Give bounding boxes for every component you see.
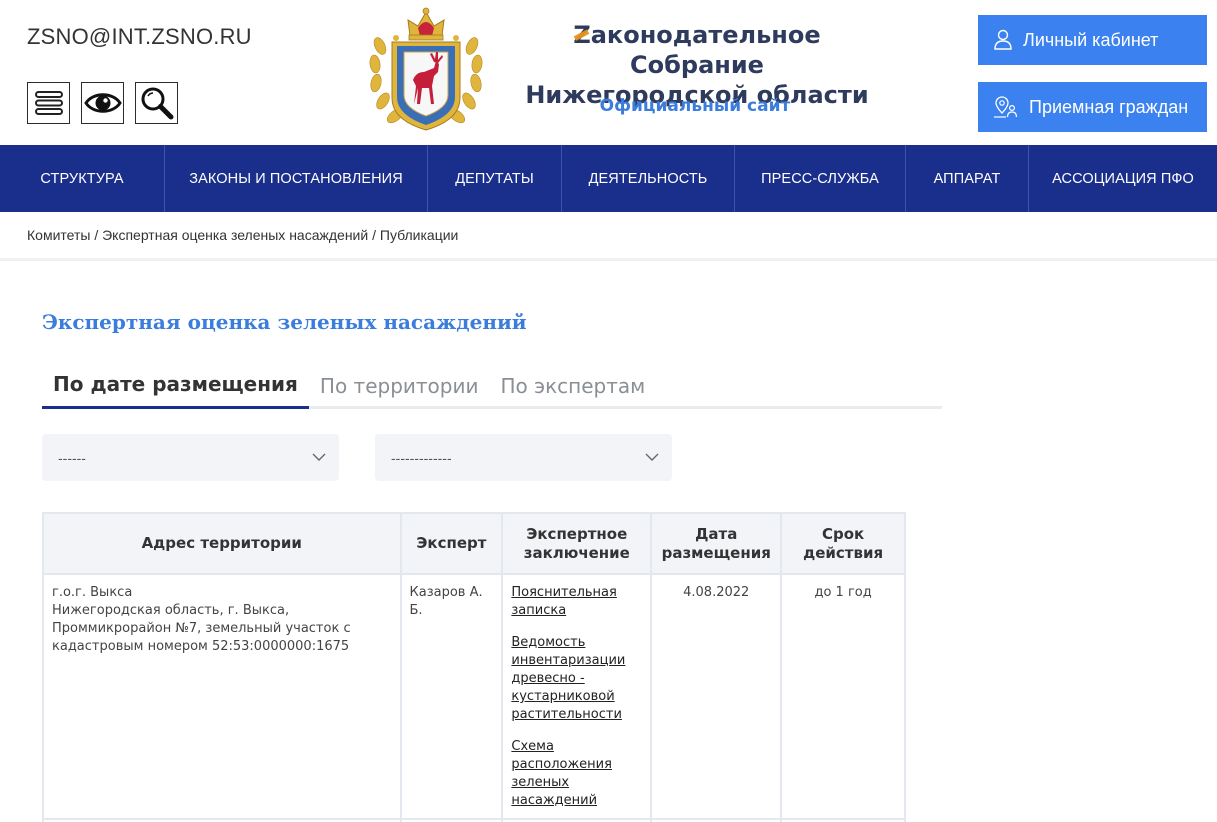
col-header-expert: Эксперт (399, 512, 504, 575)
z-letter: Z (573, 21, 591, 49)
menu-icon (34, 91, 63, 115)
address-district: г.о.г. Выкса (52, 585, 133, 600)
cell-date: 4.08.2022 (650, 573, 783, 820)
nav-item-association[interactable]: АССОЦИАЦИЯ ПФО (1029, 145, 1217, 212)
main-nav: СТРУКТУРА ЗАКОНЫ И ПОСТАНОВЛЕНИЯ ДЕПУТАТ… (0, 145, 1217, 212)
nav-item-laws[interactable]: ЗАКОНЫ И ПОСТАНОВЛЕНИЯ (165, 145, 428, 212)
page-title: Экспертная оценка зеленых насаждений (42, 310, 527, 334)
tab-by-territory[interactable]: По территории (309, 362, 490, 409)
citizens-reception-button[interactable]: Приемная граждан (978, 82, 1207, 132)
contact-email[interactable]: ZSNO@INT.ZSNO.RU (27, 24, 252, 50)
breadcrumb-separator: / (368, 227, 380, 243)
tab-by-date[interactable]: По дате размещения (42, 362, 309, 409)
doc-link-explanatory-note[interactable]: Пояснительная записка (511, 584, 642, 620)
tab-by-experts[interactable]: По экспертам (489, 362, 656, 409)
cell-expert: Казаров А. Б. (399, 573, 504, 820)
nav-item-press[interactable]: ПРЕСС-СЛУЖБА (735, 145, 906, 212)
col-header-term: Срок действия (780, 512, 906, 575)
location-people-icon (994, 96, 1018, 118)
table-row: г.о.г. Выкса Нижегородская область, г. В… (42, 573, 906, 820)
address-detail: Нижегородская область, г. Выкса, Проммик… (52, 603, 351, 654)
col-header-conclusion: Экспертное заключение (501, 512, 653, 575)
coat-of-arms-emblem (369, 7, 483, 131)
site-header: ZSNO@INT.ZSNO.RU Zаконодательное Собрани… (0, 0, 1217, 145)
nav-item-activity[interactable]: ДЕЯТЕЛЬНОСТЬ (562, 145, 735, 212)
citizens-reception-label: Приемная граждан (1029, 96, 1189, 117)
publications-table: Адрес территории Эксперт Экспертное закл… (42, 512, 906, 822)
filter-select-2[interactable]: ------------- (375, 434, 672, 481)
cell-term: до 1 год (780, 573, 906, 820)
accessibility-tools (27, 82, 178, 124)
eye-icon (83, 93, 122, 113)
cell-address: г.о.г. Выкса Нижегородская область, г. В… (42, 573, 402, 820)
site-subtitle: Официальный сайт (599, 96, 791, 116)
vision-mode-button[interactable] (81, 82, 124, 124)
doc-link-inventory-sheet[interactable]: Ведомость инвентаризации древесно - куст… (511, 634, 642, 724)
chevron-down-icon (312, 453, 326, 461)
filter-select-1-value: ------ (58, 449, 86, 466)
user-icon (994, 29, 1012, 50)
nav-item-deputies[interactable]: ДЕПУТАТЫ (428, 145, 562, 212)
filter-select-1[interactable]: ------ (42, 434, 339, 481)
menu-button[interactable] (27, 82, 70, 124)
filter-select-2-value: ------------- (391, 449, 452, 466)
breadcrumb-separator: / (90, 227, 103, 243)
cell-documents: Пояснительная записка Ведомость инвентар… (501, 573, 653, 820)
sort-tabs: По дате размещения По территории По эксп… (42, 362, 942, 409)
site-title-line1-text: аконодательное Собрание (590, 21, 821, 79)
breadcrumb-divider (0, 258, 1217, 261)
chevron-down-icon (645, 453, 659, 461)
personal-cabinet-label: Личный кабинет (1023, 29, 1159, 50)
breadcrumb-committees[interactable]: Комитеты (27, 227, 90, 243)
nav-item-staff[interactable]: АППАРАТ (906, 145, 1029, 212)
site-title-line1: Zаконодательное Собрание (507, 20, 887, 80)
breadcrumb-current: Публикации (379, 227, 459, 243)
personal-cabinet-button[interactable]: Личный кабинет (978, 15, 1207, 65)
breadcrumb: Комитеты / Экспертная оценка зеленых нас… (27, 227, 458, 243)
col-header-date: Дата размещения (650, 512, 783, 575)
search-icon (141, 87, 173, 120)
col-header-address: Адрес территории (42, 512, 402, 575)
nav-item-structure[interactable]: СТРУКТУРА (0, 145, 165, 212)
doc-link-layout-scheme[interactable]: Схема расположения зеленых насаждений (511, 738, 642, 810)
search-button[interactable] (135, 82, 178, 124)
table-header-row: Адрес территории Эксперт Экспертное закл… (42, 512, 906, 575)
breadcrumb-green-assessment[interactable]: Экспертная оценка зеленых насаждений (102, 227, 368, 243)
